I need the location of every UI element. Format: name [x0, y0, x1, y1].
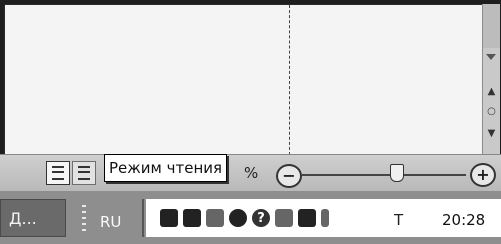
antivirus-icon[interactable] [229, 209, 247, 227]
print-layout-button[interactable] [46, 161, 70, 185]
reading-mode-tooltip: Режим чтения [104, 154, 228, 182]
page-layout-icon [52, 166, 64, 180]
previous-page-icon[interactable]: ▲ [483, 84, 500, 98]
reading-mode-button[interactable] [72, 161, 96, 185]
margin-guide [289, 5, 290, 155]
divider [142, 199, 144, 237]
tray-app-icon[interactable] [298, 209, 316, 227]
zoom-out-button[interactable]: − [276, 164, 302, 188]
zoom-slider-thumb[interactable] [390, 164, 404, 182]
zoom-in-button[interactable]: + [470, 163, 496, 187]
window: ▲ ○ ▼ Режим чтения % − + Д... RU ? T 20:… [0, 0, 501, 244]
next-page-icon[interactable]: ▼ [483, 126, 500, 140]
zoom-slider-track[interactable] [302, 174, 466, 176]
tray-app-icon[interactable] [275, 209, 293, 227]
book-icon [78, 166, 90, 180]
network-icon[interactable] [160, 209, 178, 227]
printer-icon[interactable] [206, 209, 224, 227]
scroll-down-arrow-icon[interactable] [486, 54, 496, 60]
tray-icons: ? [160, 209, 329, 227]
ime-indicator[interactable]: T [394, 211, 403, 229]
clock[interactable]: 20:28 [442, 211, 485, 229]
taskbar-window-button[interactable]: Д... [0, 199, 66, 237]
scrollbar-thumb[interactable] [483, 4, 500, 48]
help-icon[interactable]: ? [252, 209, 270, 227]
network-icon[interactable] [183, 209, 201, 227]
browse-object-icon[interactable]: ○ [483, 104, 500, 118]
tray-app-icon[interactable] [321, 209, 329, 227]
vertical-scrollbar[interactable]: ▲ ○ ▼ [482, 4, 500, 154]
toolbar-grip[interactable] [82, 205, 86, 233]
document-page[interactable] [4, 4, 483, 156]
zoom-level[interactable]: % [244, 164, 258, 182]
system-tray: ? T 20:28 [146, 199, 501, 237]
view-buttons [46, 161, 96, 185]
language-indicator[interactable]: RU [100, 213, 121, 231]
taskbar: Д... RU ? T 20:28 [0, 191, 501, 244]
